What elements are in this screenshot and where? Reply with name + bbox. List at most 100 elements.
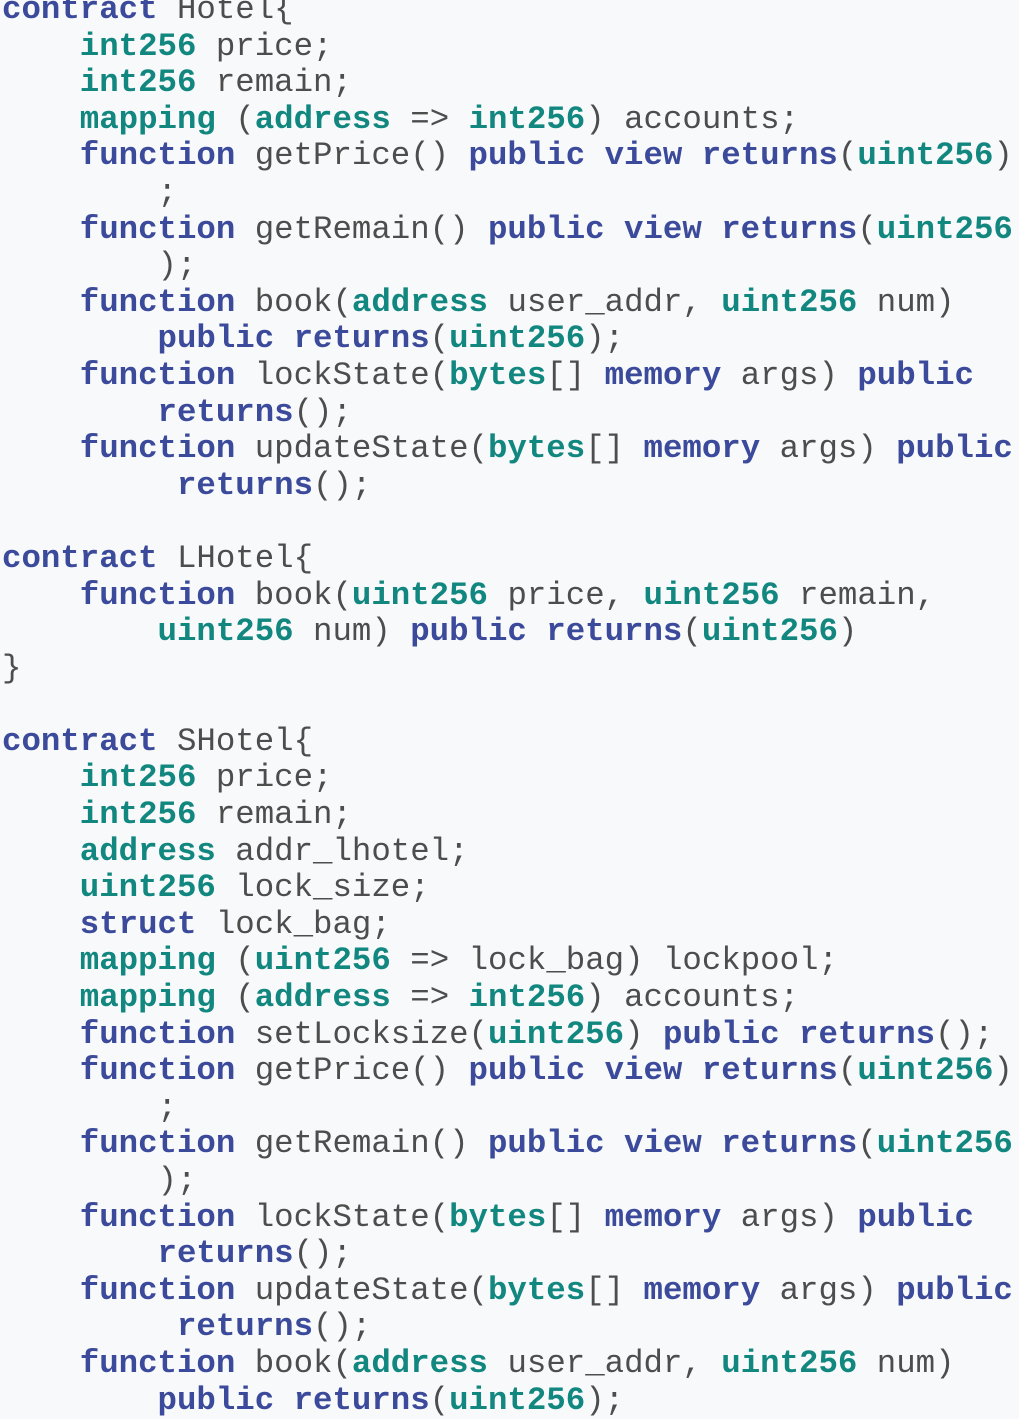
code-line: int256 price;: [2, 27, 1013, 66]
code-text: );: [2, 1162, 197, 1199]
code-line: returns();: [2, 1309, 1013, 1346]
keyword-token: returns: [176, 1308, 314, 1346]
code-line: returns();: [2, 394, 1013, 432]
keyword-token: function: [79, 430, 236, 468]
code-text: book(: [235, 1344, 352, 1382]
code-text: (: [215, 100, 255, 138]
code-line: function lockState(bytes[] memory args) …: [2, 1198, 1013, 1237]
keyword-token: function: [79, 1052, 236, 1090]
code-line: function book(address user_addr, uint256…: [2, 283, 1013, 322]
code-text: => lock_bag) lockpool;: [390, 942, 838, 980]
type-token: uint256: [351, 576, 488, 614]
type-token: uint256: [157, 613, 294, 651]
code-line: );: [2, 1162, 1013, 1200]
code-text: ();: [313, 1308, 372, 1346]
code-text: remain;: [196, 796, 352, 834]
keyword-token: public returns: [157, 320, 430, 358]
code-line: function getRemain() public view returns…: [2, 210, 1013, 249]
type-token: int256: [79, 759, 197, 797]
keyword-token: function: [79, 1271, 236, 1309]
code-line: address addr_lhotel;: [2, 832, 1013, 871]
code-line: function setLocksize(uint256) public ret…: [2, 1016, 1013, 1054]
code-text: (: [215, 979, 255, 1017]
code-text: args): [760, 1271, 897, 1309]
type-token: address: [79, 832, 216, 870]
type-token: bytes: [449, 356, 547, 394]
code-text: lock_size;: [215, 869, 430, 907]
code-text: price;: [196, 759, 333, 797]
code-text: (: [682, 613, 702, 651]
keyword-token: public: [857, 1198, 974, 1236]
code-text: []: [585, 1271, 644, 1309]
code-text: user_addr,: [488, 1344, 722, 1382]
type-token: int256: [79, 796, 197, 834]
code-line: }: [2, 650, 1013, 688]
code-line: public returns(uint256);: [2, 1381, 1013, 1419]
type-token: address: [351, 1344, 488, 1382]
keyword-token: contract: [2, 722, 158, 760]
keyword-token: public view returns: [487, 1125, 858, 1163]
type-token: address: [351, 283, 488, 321]
code-text: );: [585, 320, 625, 358]
code-text: args): [721, 1198, 858, 1236]
keyword-token: public returns: [410, 613, 683, 651]
keyword-token: public: [896, 430, 1013, 468]
code-text: book(: [235, 283, 352, 321]
code-line: returns();: [2, 1235, 1013, 1273]
type-token: uint256: [79, 869, 216, 907]
code-text: (: [857, 1125, 877, 1163]
code-line: function book(address user_addr, uint256…: [2, 1344, 1013, 1383]
type-token: uint256: [449, 1381, 586, 1419]
code-text: []: [546, 1198, 605, 1236]
code-text: );: [585, 1381, 625, 1419]
type-token: uint256: [701, 613, 838, 651]
code-line: contract SHotel{: [2, 722, 1013, 761]
code-line: mapping (uint256 => lock_bag) lockpool;: [2, 943, 1013, 980]
code-text: ) accounts;: [585, 100, 800, 138]
keyword-token: struct: [79, 905, 197, 943]
type-token: uint256: [876, 1125, 1013, 1163]
type-token: uint256: [857, 1052, 994, 1090]
keyword-token: function: [79, 137, 236, 175]
code-text: num): [857, 1344, 955, 1382]
keyword-token: public view returns: [468, 1052, 838, 1090]
code-text: book(: [235, 576, 352, 614]
keyword-token: memory: [643, 1271, 761, 1309]
code-text: =>: [390, 979, 469, 1017]
code-text: lockState(: [235, 356, 450, 394]
keyword-token: function: [79, 576, 236, 614]
code-text: price,: [488, 576, 644, 614]
code-line: contract Hotel{: [2, 0, 1013, 29]
code-line: function lockState(bytes[] memory args) …: [2, 356, 1013, 395]
code-line: function updateState(bytes[] memory args…: [2, 430, 1013, 468]
keyword-token: public: [896, 1271, 1013, 1309]
code-line: int256 remain;: [2, 796, 1013, 834]
code-text: num): [857, 283, 955, 321]
code-text: getRemain(): [235, 210, 488, 248]
keyword-token: memory: [604, 1198, 722, 1236]
code-text: lock_bag;: [196, 905, 391, 943]
code-line: function book(uint256 price, uint256 rem…: [2, 576, 1013, 615]
code-text: ): [993, 137, 1013, 175]
code-line: ;: [2, 174, 1013, 212]
code-text: ) accounts;: [585, 979, 800, 1017]
keyword-token: function: [79, 1344, 236, 1382]
type-token: mapping: [79, 979, 216, 1017]
keyword-token: public view returns: [468, 137, 838, 175]
code-line: );: [2, 247, 1013, 285]
type-token: int256: [79, 27, 197, 65]
keyword-token: memory: [643, 430, 761, 468]
